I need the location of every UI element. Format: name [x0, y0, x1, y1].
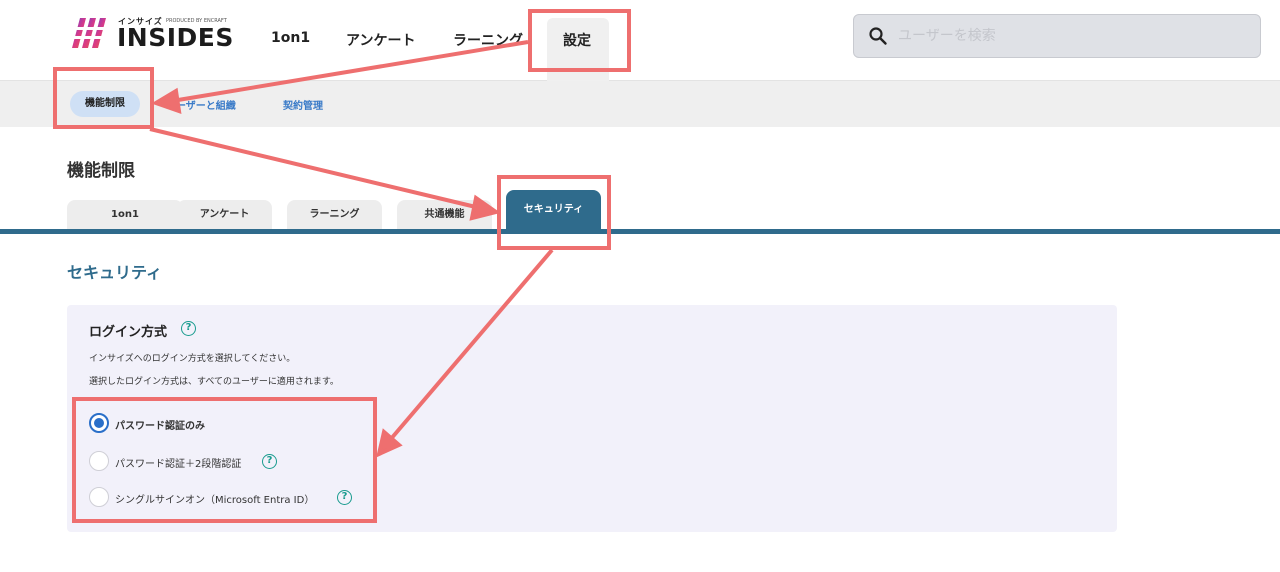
insides-logo[interactable]: インサイズ PRODUCED BY ENCRAFT INSIDES — [70, 16, 233, 52]
tab-common[interactable]: 共通機能 — [397, 200, 492, 229]
annotation-box-settings — [528, 9, 631, 72]
nav-item-1on1[interactable]: 1on1 — [271, 30, 310, 46]
nav-item-survey[interactable]: アンケート — [346, 30, 415, 50]
subnav-item-users-and-org[interactable]: ユーザーと組織 — [166, 97, 236, 112]
logo-mark-icon — [70, 18, 110, 48]
annotation-box-security-tab — [497, 175, 611, 250]
user-search-box[interactable] — [853, 14, 1261, 58]
tab-bar-divider — [0, 229, 1280, 234]
tab-survey[interactable]: アンケート — [177, 200, 272, 229]
app-header: インサイズ PRODUCED BY ENCRAFT INSIDES 1on1 ア… — [0, 0, 1280, 81]
subnav-item-contract[interactable]: 契約管理 — [283, 97, 323, 112]
search-icon — [869, 27, 887, 45]
login-method-note: 選択したログイン方式は、すべてのユーザーに適用されます。 — [89, 377, 339, 387]
help-icon[interactable]: ? — [181, 321, 196, 336]
annotation-box-feature-restrictions — [53, 67, 154, 129]
section-title: セキュリティ — [67, 263, 163, 282]
search-input[interactable] — [898, 23, 1248, 49]
logo-wordmark: INSIDES — [117, 23, 234, 52]
annotation-arrow — [149, 127, 481, 210]
tab-learning[interactable]: ラーニング — [287, 200, 382, 229]
login-method-heading: ログイン方式 — [89, 325, 168, 340]
tab-1on1[interactable]: 1on1 — [67, 200, 183, 229]
login-method-description: インサイズへのログイン方式を選択してください。 — [89, 354, 296, 364]
page-title: 機能制限 — [67, 161, 135, 181]
annotation-box-login-options — [72, 397, 377, 523]
nav-item-learning[interactable]: ラーニング — [453, 30, 523, 50]
settings-subnav: 機能制限 ユーザーと組織 契約管理 — [0, 81, 1280, 127]
